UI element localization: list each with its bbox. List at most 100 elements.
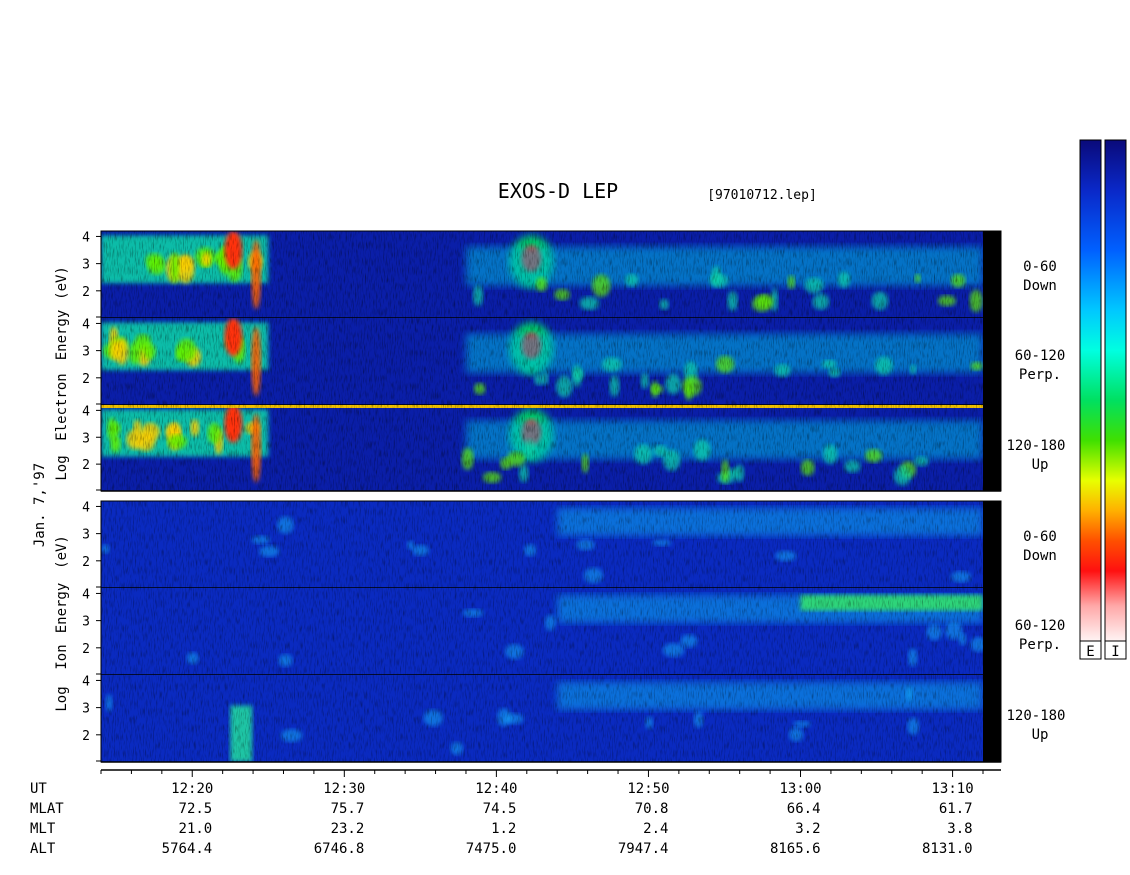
cell-mlt: 23.2 <box>331 821 365 837</box>
panel-end-strip <box>983 675 1001 762</box>
y-tick-label: 4 <box>82 404 90 419</box>
panel-ion-3 <box>101 675 1001 763</box>
cell-ut: 13:10 <box>932 781 974 797</box>
ion-ylabel: Log Ion Energy (eV) <box>54 535 70 712</box>
row-label-ut: UT <box>30 781 47 797</box>
cell-ut: 12:30 <box>323 781 365 797</box>
cell-alt: 5764.4 <box>162 841 213 857</box>
panel-ion-2 <box>101 588 1001 676</box>
electron-ylabel-log: Log <box>54 455 70 480</box>
info-table: UT MLAT MLT ALT 12:20 72.5 21.0 5764.4 12:30… <box>30 781 974 857</box>
colorbar-electron-label: E <box>1086 644 1094 660</box>
y-tick-label: 3 <box>82 615 90 630</box>
y-tick-label: 4 <box>82 587 90 602</box>
date-label: Jan. 7,'97 <box>32 463 48 547</box>
panel-end-strip <box>983 588 1001 675</box>
panel-ion-1 <box>101 501 1001 589</box>
colorbar-ion <box>1104 139 1127 642</box>
ion-ylabel-energy: Energy <box>54 583 70 634</box>
panel-end-strip <box>983 405 1001 491</box>
cell-ut: 12:50 <box>627 781 669 797</box>
electron-ylabel-species: Electron <box>54 373 70 440</box>
electron-ylabel: Log Electron Energy (eV) <box>54 266 70 481</box>
row-label-alt: ALT <box>30 841 56 857</box>
cell-mlat: 75.7 <box>331 801 365 817</box>
colorbars: E I <box>1079 139 1127 660</box>
colorbar-electron <box>1079 139 1102 642</box>
y-tick-label: 2 <box>82 555 90 570</box>
panel-electron-3 <box>101 405 1001 492</box>
cell-mlt: 3.2 <box>795 821 820 837</box>
y-tick-label: 2 <box>82 458 90 473</box>
y-tick-label: 3 <box>82 431 90 446</box>
cell-alt: 7947.4 <box>618 841 669 857</box>
pitch-label-i2-range: 60-120 <box>1015 618 1066 634</box>
panel-electron-2 <box>101 318 1001 406</box>
cell-mlt: 3.8 <box>947 821 972 837</box>
pitch-label-e1-dir: Down <box>1023 278 1057 294</box>
spectrogram-chart: EXOS-D LEP [97010712.lep] 4 3 2 4 3 2 4 3 2 4 3 2 4 3… <box>30 139 1127 857</box>
cell-alt: 8165.6 <box>770 841 821 857</box>
y-tick-label: 3 <box>82 345 90 360</box>
pitch-labels: 0-60 Down 60-120 Perp. 120-180 Up 0-60 D… <box>1006 259 1065 743</box>
cell-mlat: 70.8 <box>635 801 669 817</box>
spectrogram-page: EXOS-D LEP [97010712.lep] 4 3 2 4 3 2 4 3 2 4 3 2 4 3… <box>0 0 1130 875</box>
electron-ylabel-energy: Energy <box>54 310 70 361</box>
pitch-label-i2-dir: Perp. <box>1019 637 1061 653</box>
y-tick-label: 4 <box>82 500 90 515</box>
y-tick-label: 3 <box>82 528 90 543</box>
ion-ylabel-unit: (eV) <box>54 535 70 569</box>
panel-speckle <box>101 405 983 491</box>
spectrogram-panels <box>101 231 1001 763</box>
cell-alt: 6746.8 <box>314 841 365 857</box>
row-label-mlat: MLAT <box>30 801 64 817</box>
cell-mlat: 72.5 <box>179 801 213 817</box>
pitch-label-i3-dir: Up <box>1032 727 1049 743</box>
panel-speckle <box>101 318 983 405</box>
cell-mlt: 1.2 <box>491 821 516 837</box>
ion-ylabel-log: Log <box>54 686 70 711</box>
panel-electron-1 <box>101 231 1001 319</box>
cell-mlt: 2.4 <box>643 821 668 837</box>
cell-ut: 13:00 <box>779 781 821 797</box>
y-tick-label: 2 <box>82 285 90 300</box>
cell-mlat: 61.7 <box>939 801 973 817</box>
y-tick-label: 3 <box>82 258 90 273</box>
pitch-label-e3-range: 120-180 <box>1006 438 1065 454</box>
y-tick-label: 2 <box>82 642 90 657</box>
panel-end-strip <box>983 501 1001 588</box>
panel-end-strip <box>983 231 1001 318</box>
row-label-mlt: MLT <box>30 821 56 837</box>
panel-end-strip <box>983 318 1001 405</box>
chart-title: EXOS-D LEP <box>498 179 618 203</box>
y-tick-label: 3 <box>82 702 90 717</box>
panel-speckle <box>101 501 983 588</box>
pitch-label-e3-dir: Up <box>1032 457 1049 473</box>
y-tick-label: 4 <box>82 674 90 689</box>
cell-alt: 7475.0 <box>466 841 517 857</box>
colorbar-ion-label: I <box>1111 644 1119 660</box>
cell-ut: 12:20 <box>171 781 213 797</box>
panel-speckle <box>101 675 983 762</box>
panel-speckle <box>101 588 983 675</box>
cell-mlat: 74.5 <box>483 801 517 817</box>
y-tick-label: 4 <box>82 230 90 245</box>
pitch-label-i1-range: 0-60 <box>1023 529 1057 545</box>
y-tick-label: 2 <box>82 372 90 387</box>
panel-speckle <box>101 231 983 318</box>
cell-alt: 8131.0 <box>922 841 973 857</box>
cell-mlat: 66.4 <box>787 801 821 817</box>
cell-mlt: 21.0 <box>179 821 213 837</box>
ion-ylabel-species: Ion <box>54 644 70 669</box>
pitch-label-i3-range: 120-180 <box>1006 708 1065 724</box>
electron-ylabel-unit: (eV) <box>54 266 70 300</box>
pitch-label-e2-dir: Perp. <box>1019 367 1061 383</box>
pitch-label-e1-range: 0-60 <box>1023 259 1057 275</box>
pitch-label-i1-dir: Down <box>1023 548 1057 564</box>
y-tick-label: 2 <box>82 729 90 744</box>
cell-ut: 12:40 <box>475 781 517 797</box>
file-label: [97010712.lep] <box>707 188 817 203</box>
info-table-columns: 12:20 72.5 21.0 5764.4 12:30 75.7 23.2 6746.8 12… <box>162 781 974 857</box>
pitch-label-e2-range: 60-120 <box>1015 348 1066 364</box>
y-tick-label: 4 <box>82 317 90 332</box>
